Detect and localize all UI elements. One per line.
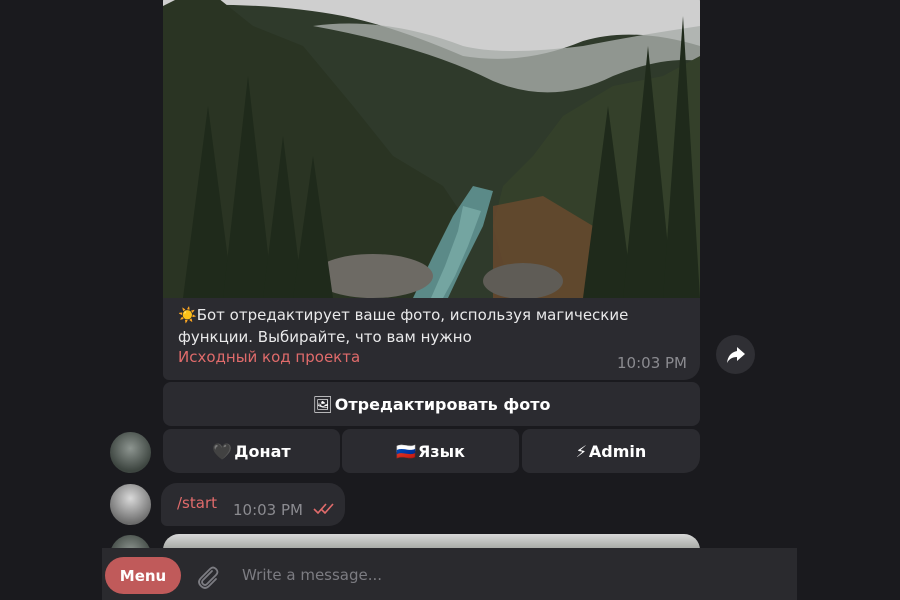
bot-photo-message: ☀️Бот отредактирует ваше фото, используя… bbox=[163, 0, 700, 380]
bot-avatar[interactable] bbox=[110, 432, 151, 473]
forest-river-image bbox=[163, 0, 700, 298]
double-check-icon bbox=[313, 503, 334, 514]
admin-button[interactable]: ⚡ Admin bbox=[522, 429, 700, 473]
user-message-timestamp: 10:03 PM bbox=[233, 501, 303, 519]
caption-line-1: Бот отредактирует ваше фото, используя м… bbox=[196, 306, 629, 324]
russian-flag-icon: 🇷🇺 bbox=[396, 441, 416, 461]
message-photo[interactable] bbox=[163, 0, 700, 298]
edit-photo-button[interactable]: 🖼 Отредактировать фото bbox=[163, 382, 700, 426]
source-code-link[interactable]: Исходный код проекта bbox=[178, 348, 360, 366]
lightning-icon: ⚡ bbox=[575, 441, 587, 461]
message-input[interactable] bbox=[242, 560, 782, 590]
menu-button[interactable]: Menu bbox=[105, 557, 181, 594]
donate-button[interactable]: 🖤 Донат bbox=[163, 429, 340, 473]
paperclip-icon[interactable] bbox=[192, 562, 222, 592]
message-caption: ☀️Бот отредактирует ваше фото, используя… bbox=[178, 304, 688, 348]
language-label: Язык bbox=[417, 441, 465, 461]
start-command[interactable]: /start bbox=[177, 494, 217, 512]
sun-icon: ☀️ bbox=[178, 306, 197, 324]
admin-label: Admin bbox=[588, 441, 647, 461]
black-heart-icon: 🖤 bbox=[212, 441, 233, 461]
user-message: /start 10:03 PM bbox=[161, 483, 345, 526]
picture-icon: 🖼 bbox=[312, 394, 333, 414]
share-arrow-icon bbox=[726, 346, 745, 363]
language-button[interactable]: 🇷🇺 Язык bbox=[342, 429, 519, 473]
caption-line-2: функции. Выбирайте, что вам нужно bbox=[178, 328, 472, 346]
chat-area: ☀️Бот отредактирует ваше фото, используя… bbox=[0, 0, 900, 600]
forward-button[interactable] bbox=[716, 335, 755, 374]
donate-label: Донат bbox=[234, 441, 291, 461]
message-composer: Menu bbox=[102, 548, 797, 600]
user-avatar[interactable] bbox=[110, 484, 151, 525]
edit-photo-label: Отредактировать фото bbox=[334, 394, 551, 414]
message-timestamp: 10:03 PM bbox=[617, 354, 687, 372]
